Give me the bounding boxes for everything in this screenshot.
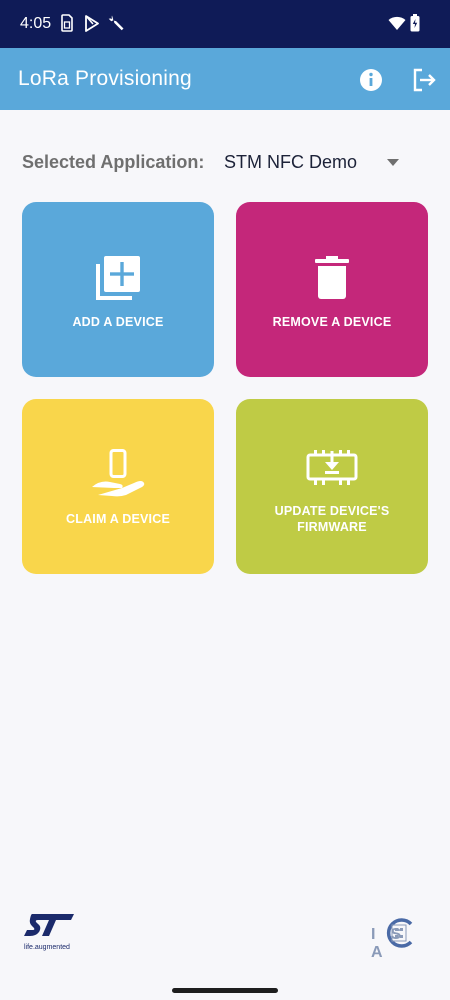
logout-button[interactable] bbox=[410, 66, 438, 94]
info-button[interactable] bbox=[357, 66, 385, 94]
wifi-icon bbox=[388, 16, 406, 30]
remove-device-tile[interactable]: REMOVE A DEVICE bbox=[236, 202, 428, 377]
update-firmware-label: UPDATE DEVICE'S FIRMWARE bbox=[274, 504, 390, 534]
hand-phone-icon bbox=[92, 449, 145, 497]
dropdown-arrow-icon bbox=[387, 159, 399, 166]
isca-seal-icon bbox=[386, 918, 413, 948]
status-time: 4:05 bbox=[20, 15, 52, 32]
st-logo: life.augmented bbox=[24, 914, 80, 952]
firmware-chip-icon bbox=[306, 450, 358, 485]
trash-icon bbox=[315, 256, 349, 299]
add-device-label: ADD A DEVICE bbox=[72, 315, 164, 329]
app-bar: LoRa Provisioning bbox=[0, 48, 450, 110]
library-add-icon bbox=[96, 256, 140, 300]
st-logo-icon bbox=[24, 914, 74, 936]
status-bar: 4:05 bbox=[0, 0, 450, 48]
sim-card-icon bbox=[61, 14, 73, 32]
gesture-nav-handle[interactable] bbox=[172, 988, 278, 993]
selected-application-label: Selected Application: bbox=[22, 152, 205, 172]
add-device-tile[interactable]: ADD A DEVICE bbox=[22, 202, 214, 377]
application-dropdown[interactable]: STM NFC Demo bbox=[214, 145, 414, 181]
logout-icon bbox=[413, 68, 436, 92]
battery-icon bbox=[410, 14, 420, 32]
update-firmware-tile[interactable]: UPDATE DEVICE'S FIRMWARE bbox=[236, 399, 428, 574]
claim-device-tile[interactable]: CLAIM A DEVICE bbox=[22, 399, 214, 574]
application-selector-row: Selected Application: STM NFC Demo bbox=[0, 145, 450, 181]
remove-device-label: REMOVE A DEVICE bbox=[272, 315, 392, 329]
play-store-icon bbox=[85, 15, 99, 32]
st-tagline: life.augmented bbox=[24, 944, 70, 951]
isca-logo: IS A bbox=[371, 916, 431, 961]
application-dropdown-value: STM NFC Demo bbox=[224, 152, 358, 172]
claim-device-label: CLAIM A DEVICE bbox=[66, 512, 170, 526]
wrench-icon bbox=[108, 15, 124, 31]
info-icon bbox=[360, 69, 382, 91]
app-title: LoRa Provisioning bbox=[18, 67, 192, 90]
